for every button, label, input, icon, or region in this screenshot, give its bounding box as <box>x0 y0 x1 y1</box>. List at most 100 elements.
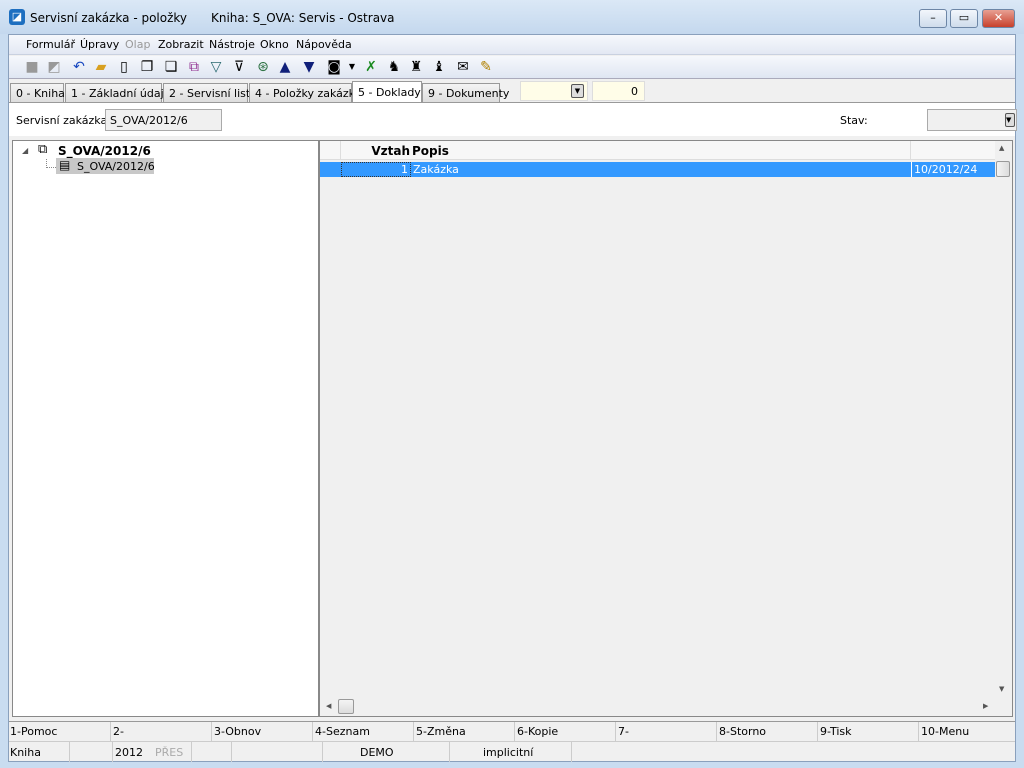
toolbar: ■ ◩ ↶ ▰ ▯ ❐ ❏ ⧉ ▽ ⊽ ⊛ ▲ ▼ ◙ ▼ ✗ ♞ ♜ ♝ ✉ … <box>9 56 1015 79</box>
undo-icon[interactable]: ↶ <box>70 58 88 76</box>
excel-icon[interactable]: ✗ <box>362 58 380 76</box>
status-year: 2012 <box>115 746 143 759</box>
arrow-down-icon[interactable]: ▼ <box>300 58 318 76</box>
divider <box>112 742 113 762</box>
book-icon[interactable]: ⧉ <box>185 58 203 76</box>
tab-servisni-listy[interactable]: 2 - Servisní listy <box>163 83 257 103</box>
copy-icon[interactable]: ❐ <box>138 58 156 76</box>
binoculars-next-icon[interactable]: ♝ <box>430 58 448 76</box>
save-icon[interactable]: ■ <box>23 58 41 76</box>
tree-collapse-icon[interactable]: ◢ <box>22 146 28 155</box>
order-field[interactable]: S_OVA/2012/6 <box>105 109 222 131</box>
column-vztah[interactable]: Vztah <box>340 144 410 158</box>
tab-doklady[interactable]: 5 - Doklady <box>352 81 422 104</box>
binoculars-prev-icon[interactable]: ♜ <box>407 58 425 76</box>
tab-kniha[interactable]: 0 - Kniha <box>10 83 65 103</box>
status-db: DEMO <box>360 746 394 759</box>
chevron-down-icon[interactable]: ▼ <box>571 84 584 98</box>
column-popis[interactable]: Popis <box>412 144 449 158</box>
mail-icon[interactable]: ✉ <box>454 58 472 76</box>
vertical-scroll-thumb[interactable] <box>996 161 1010 177</box>
paste-icon[interactable]: ❏ <box>162 58 180 76</box>
state-combo[interactable]: ▼ <box>927 109 1017 131</box>
divider <box>231 742 232 762</box>
camera-icon[interactable]: ◙ <box>325 58 343 76</box>
minimize-button[interactable]: – <box>919 9 947 28</box>
status-overwrite: PŘES <box>155 746 184 759</box>
filter-icon[interactable]: ▽ <box>207 58 225 76</box>
filter-combo[interactable]: ▼ <box>520 81 588 101</box>
horizontal-scrollbar[interactable]: ◀ ▶ <box>320 698 995 716</box>
fkey-3[interactable]: 3-Obnov <box>214 725 261 738</box>
grid-header: Vztah Popis <box>320 141 995 160</box>
binoculars-icon[interactable]: ♞ <box>385 58 403 76</box>
number-field[interactable]: 0 <box>592 81 645 101</box>
arrow-up-icon[interactable]: ▲ <box>276 58 294 76</box>
fkey-2[interactable]: 2- <box>113 725 124 738</box>
close-button[interactable]: ✕ <box>982 9 1015 28</box>
status-profile: implicitní <box>483 746 534 759</box>
divider <box>413 722 414 742</box>
divider <box>322 742 323 762</box>
order-label: Servisní zakázka: <box>16 114 111 127</box>
fkey-5[interactable]: 5-Změna <box>416 725 466 738</box>
tab-polozky-zakazky[interactable]: 4 - Položky zakázky <box>249 83 361 103</box>
save-as-icon[interactable]: ◩ <box>45 58 63 76</box>
menu-olap: Olap <box>125 38 151 51</box>
open-folder-icon[interactable]: ▰ <box>92 58 110 76</box>
scroll-down-icon[interactable]: ▼ <box>999 685 1004 693</box>
horizontal-scroll-thumb[interactable] <box>338 699 354 714</box>
new-document-icon[interactable]: ▯ <box>115 58 133 76</box>
status-mode: Kniha <box>10 746 41 759</box>
cell-popis[interactable]: Zakázka <box>413 163 459 176</box>
table-row[interactable]: 1 Zakázka 10/2012/24 <box>320 162 995 177</box>
tab-dokumenty[interactable]: 9 - Dokumenty <box>422 83 509 103</box>
tab-zakladni-udaje[interactable]: 1 - Základní údaje <box>65 83 170 103</box>
menu-formular[interactable]: Formulář <box>26 38 75 51</box>
divider <box>716 722 717 742</box>
fkey-8[interactable]: 8-Storno <box>719 725 766 738</box>
fkey-9[interactable]: 9-Tisk <box>820 725 852 738</box>
documents-grid: Vztah Popis 1 Zakázka 10/2012/24 ▲ ▼ ◀ ▶ <box>319 140 1013 717</box>
divider <box>514 722 515 742</box>
tab-bar: 0 - Kniha 1 - Základní údaje 2 - Servisn… <box>9 81 1015 104</box>
function-key-bar: 1-Pomoc 2- 3-Obnov 4-Seznam 5-Změna 6-Ko… <box>9 721 1015 742</box>
fkey-7[interactable]: 7- <box>618 725 629 738</box>
menu-bar: Formulář Úpravy Olap Zobrazit Nástroje O… <box>9 35 1015 55</box>
scroll-left-icon[interactable]: ◀ <box>326 702 331 710</box>
divider <box>110 722 111 742</box>
scroll-up-icon[interactable]: ▲ <box>999 144 1004 152</box>
fkey-10[interactable]: 10-Menu <box>921 725 969 738</box>
fkey-1[interactable]: 1-Pomoc <box>10 725 57 738</box>
cell-vztah[interactable]: 1 <box>341 162 411 177</box>
fkey-4[interactable]: 4-Seznam <box>315 725 370 738</box>
divider <box>211 722 212 742</box>
header-form: Servisní zakázka: S_OVA/2012/6 Stav: ▼ <box>9 102 1017 136</box>
fkey-6[interactable]: 6-Kopie <box>517 725 558 738</box>
divider <box>69 742 70 762</box>
menu-napoveda[interactable]: Nápověda <box>296 38 352 51</box>
tree-child[interactable]: ▤ S_OVA/2012/6 <box>56 158 155 174</box>
scroll-right-icon[interactable]: ▶ <box>983 702 988 710</box>
cell-doc[interactable]: 10/2012/24 <box>914 163 977 176</box>
menu-nastroje[interactable]: Nástroje <box>209 38 255 51</box>
vertical-scrollbar[interactable]: ▲ ▼ <box>995 141 1012 698</box>
dropdown-icon[interactable]: ▼ <box>343 58 361 76</box>
divider <box>312 722 313 742</box>
chevron-down-icon[interactable]: ▼ <box>1005 113 1015 127</box>
app-icon: ◪ <box>9 9 25 25</box>
documents-icon: ⧉ <box>38 142 48 157</box>
filter-document-icon[interactable]: ⊽ <box>230 58 248 76</box>
menu-okno[interactable]: Okno <box>260 38 289 51</box>
divider <box>817 722 818 742</box>
menu-zobrazit[interactable]: Zobrazit <box>158 38 204 51</box>
menu-upravy[interactable]: Úpravy <box>80 38 119 51</box>
tree-root[interactable]: S_OVA/2012/6 <box>58 144 151 158</box>
book-title: Kniha: S_OVA: Servis - Ostrava <box>211 11 395 25</box>
maximize-button[interactable]: ▭ <box>950 9 978 28</box>
divider <box>191 742 192 762</box>
edit-notes-icon[interactable]: ✎ <box>477 58 495 76</box>
refresh-stack-icon[interactable]: ⊛ <box>254 58 272 76</box>
status-bar: Kniha 2012 PŘES DEMO implicitní <box>9 741 1015 762</box>
divider <box>449 742 450 762</box>
